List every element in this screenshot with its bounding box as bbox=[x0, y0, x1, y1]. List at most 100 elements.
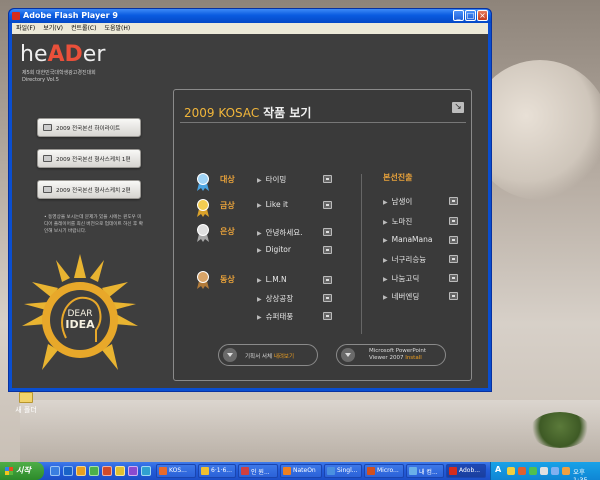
panel-column-divider bbox=[361, 174, 362, 334]
quicklaunch-app-icon[interactable] bbox=[141, 466, 151, 476]
entry-label: 나눔고딕 bbox=[391, 274, 420, 283]
quicklaunch-app-icon[interactable] bbox=[102, 466, 112, 476]
taskbar-item-adobe-flash[interactable]: Adob... bbox=[446, 464, 486, 478]
font-download-label: 기획서 서체 내려보기 bbox=[245, 352, 294, 360]
entry-label: 안녕하세요. bbox=[265, 228, 303, 237]
taskbar-item-document[interactable]: 인 원... bbox=[238, 464, 278, 478]
play-video-icon[interactable] bbox=[323, 276, 332, 284]
menu-help[interactable]: 도움말(H) bbox=[104, 23, 130, 34]
flash-player-window: Adobe Flash Player 9 _ □ × 파일(F) 보기(V) 컨… bbox=[8, 8, 492, 392]
desktop-wallpaper-table bbox=[20, 400, 600, 462]
tray-app-icon[interactable] bbox=[529, 467, 537, 475]
taskbar-item-label: 6·1·6... bbox=[211, 467, 232, 474]
font-download-highlight: 내려보기 bbox=[273, 354, 295, 360]
tray-app-icon[interactable] bbox=[507, 467, 515, 475]
sketch-1-video-label: 2009 전국본선 형사스케치 1편 bbox=[56, 157, 131, 163]
play-video-icon[interactable] bbox=[449, 236, 458, 244]
minimize-button[interactable]: _ bbox=[453, 10, 464, 21]
finalist-entry-6[interactable]: ▶ 네버엔딩 bbox=[383, 291, 419, 302]
desktop-folder-icon[interactable]: 새 폴더 bbox=[6, 392, 46, 415]
play-video-icon[interactable] bbox=[449, 217, 458, 225]
taskbar-item-label: 내 컴... bbox=[419, 469, 438, 476]
award-bronze-entry-1[interactable]: ▶ L.M.N bbox=[257, 275, 287, 284]
taskbar-item-my-computer[interactable]: 내 컴... bbox=[406, 464, 444, 478]
nateon-icon bbox=[283, 467, 291, 475]
play-video-icon[interactable] bbox=[449, 292, 458, 300]
start-label: 시작 bbox=[16, 466, 31, 475]
tray-app-icon[interactable] bbox=[562, 467, 570, 475]
highlight-video-button[interactable]: 2009 전국본선 하이라이트 bbox=[37, 118, 141, 137]
menu-file[interactable]: 파일(F) bbox=[16, 23, 35, 34]
play-video-icon[interactable] bbox=[449, 274, 458, 282]
menu-control[interactable]: 컨트롤(C) bbox=[71, 23, 96, 34]
finalist-entry-5[interactable]: ▶ 나눔고딕 bbox=[383, 273, 419, 284]
system-clock: 오후 1:35 bbox=[573, 468, 588, 480]
entry-label: 남생이 bbox=[391, 197, 413, 206]
video-icon bbox=[43, 155, 52, 162]
award-silver-entry-1[interactable]: ▶ 안녕하세요. bbox=[257, 227, 303, 238]
play-video-icon[interactable] bbox=[323, 175, 332, 183]
tray-app-icon[interactable] bbox=[518, 467, 526, 475]
award-silver-entry-2[interactable]: ▶ Digitor bbox=[257, 245, 291, 254]
powerpoint-viewer-install: Install bbox=[405, 355, 422, 361]
maximize-button[interactable]: □ bbox=[465, 10, 476, 21]
panel-title-divider bbox=[180, 122, 466, 123]
font-download-button[interactable]: 기획서 서체 내려보기 bbox=[218, 344, 318, 366]
play-video-icon[interactable] bbox=[449, 255, 458, 263]
award-gold-entry-1[interactable]: ▶ Like it bbox=[257, 200, 288, 209]
taskbar-item-label: KOS... bbox=[169, 467, 187, 474]
taskbar-item-explorer[interactable]: 6·1·6... bbox=[198, 464, 236, 478]
quicklaunch-app-icon[interactable] bbox=[76, 466, 86, 476]
entry-label: ManaMana bbox=[391, 235, 433, 244]
flash-icon bbox=[449, 467, 457, 475]
network-icon[interactable] bbox=[551, 467, 559, 475]
finalist-entry-4[interactable]: ▶ 너구리승늉 bbox=[383, 254, 426, 265]
quicklaunch-app-icon[interactable] bbox=[89, 466, 99, 476]
internet-explorer-icon[interactable] bbox=[63, 466, 73, 476]
award-grand-entry-1[interactable]: ▶ 타이밍 bbox=[257, 174, 286, 185]
play-video-icon[interactable] bbox=[449, 197, 458, 205]
entry-label: 상상공장 bbox=[265, 294, 294, 303]
taskbar-item-kosac[interactable]: KOS... bbox=[156, 464, 196, 478]
quicklaunch-app-icon[interactable] bbox=[115, 466, 125, 476]
award-bronze-entry-2[interactable]: ▶ 상상공장 bbox=[257, 293, 293, 304]
volume-icon[interactable] bbox=[540, 467, 548, 475]
play-video-icon[interactable] bbox=[323, 228, 332, 236]
finalists-label: 본선진출 bbox=[383, 173, 413, 182]
panel-title: 2009 KOSAC 작품 보기 bbox=[184, 104, 311, 121]
powerpoint-viewer-line1: Microsoft PowerPoint bbox=[369, 348, 427, 354]
expand-arrow-icon[interactable]: ↘ bbox=[452, 102, 464, 113]
sketch-1-video-button[interactable]: 2009 전국본선 형사스케치 1편 bbox=[37, 149, 141, 168]
play-video-icon[interactable] bbox=[323, 312, 332, 320]
window-titlebar[interactable]: Adobe Flash Player 9 _ □ × bbox=[9, 9, 491, 23]
sketch-2-video-label: 2009 전국본선 형사스케치 2편 bbox=[56, 188, 131, 194]
finalist-entry-1[interactable]: ▶ 남생이 bbox=[383, 196, 412, 207]
document-icon bbox=[241, 467, 249, 475]
silver-ribbon-icon bbox=[197, 224, 209, 242]
header-logo: heADer bbox=[20, 42, 105, 67]
bronze-ribbon-icon bbox=[197, 271, 209, 289]
video-icon bbox=[43, 186, 52, 193]
taskbar-item-microsoft[interactable]: Micro... bbox=[364, 464, 404, 478]
play-video-icon[interactable] bbox=[323, 246, 332, 254]
play-video-icon[interactable] bbox=[323, 201, 332, 209]
finalist-entry-2[interactable]: ▶ 노마진 bbox=[383, 216, 412, 227]
sketch-2-video-button[interactable]: 2009 전국본선 형사스케치 2편 bbox=[37, 180, 141, 199]
folder-icon bbox=[19, 392, 33, 403]
play-video-icon[interactable] bbox=[323, 294, 332, 302]
start-button[interactable]: 시작 bbox=[0, 462, 44, 480]
finalist-entry-3[interactable]: ▶ ManaMana bbox=[383, 235, 432, 244]
language-indicator[interactable]: A bbox=[495, 465, 501, 474]
menu-view[interactable]: 보기(V) bbox=[43, 23, 63, 34]
download-arrow-icon bbox=[341, 348, 355, 362]
close-button[interactable]: × bbox=[477, 10, 488, 21]
quicklaunch-app-icon[interactable] bbox=[128, 466, 138, 476]
taskbar-item-single[interactable]: Singl... bbox=[324, 464, 362, 478]
award-bronze-entry-3[interactable]: ▶ 슈퍼태풍 bbox=[257, 311, 293, 322]
entry-label: 네버엔딩 bbox=[391, 292, 420, 301]
entry-label: 노마진 bbox=[391, 217, 413, 226]
taskbar-item-nateon[interactable]: NateOn bbox=[280, 464, 322, 478]
system-tray: A 오후 1:35 bbox=[490, 462, 600, 480]
show-desktop-icon[interactable] bbox=[50, 466, 60, 476]
powerpoint-viewer-install-button[interactable]: Microsoft PowerPoint Viewer 2007 Install bbox=[336, 344, 446, 366]
